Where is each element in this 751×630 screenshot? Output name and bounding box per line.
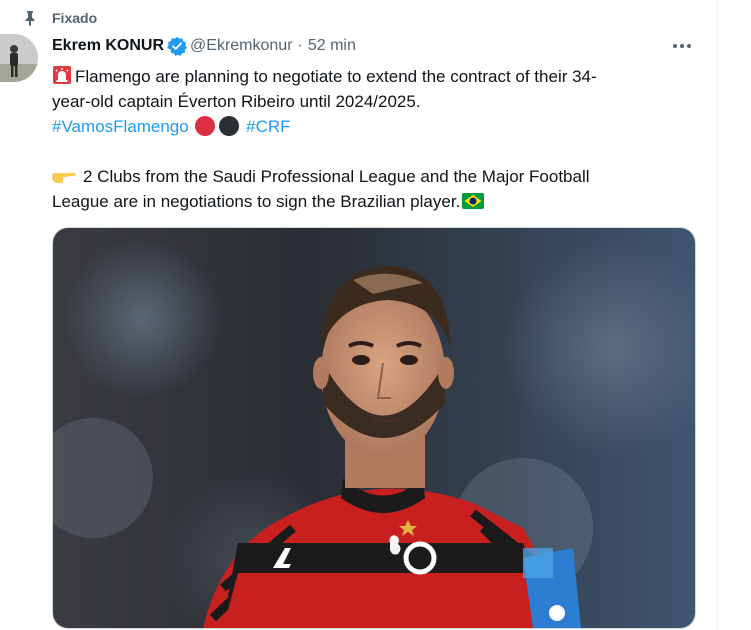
brazil-flag-icon [462, 193, 485, 209]
more-dot-icon [687, 44, 691, 48]
pinned-label: Fixado [22, 8, 97, 28]
hashtag-line: #VamosFlamengo #CRF [52, 114, 692, 139]
tweet-line: Flamengo are planning to negotiate to ex… [52, 64, 692, 89]
tweet-line: League are in negotiations to sign the B… [52, 189, 692, 214]
soccer-player-photo [53, 228, 695, 628]
pin-icon [25, 11, 35, 26]
tweet-line-2: year-old captain Éverton Ribeiro until 2… [52, 92, 421, 111]
more-options-button[interactable] [670, 36, 694, 56]
avatar[interactable] [0, 34, 38, 82]
hashtag-crf[interactable]: #CRF [246, 117, 290, 136]
separator-dot: · [297, 37, 303, 54]
tweet-line-5: League are in negotiations to sign the B… [52, 192, 461, 211]
hashtag-vamosflamengo[interactable]: #VamosFlamengo [52, 117, 189, 136]
tweet-line-4: 2 Clubs from the Saudi Professional Leag… [83, 167, 590, 186]
red-circle-icon [195, 116, 216, 136]
tweet-line-1: Flamengo are planning to negotiate to ex… [75, 67, 597, 86]
tweet-photo[interactable] [52, 227, 696, 629]
tweet-line: 2 Clubs from the Saudi Professional Leag… [52, 164, 692, 189]
tweet-header: Ekrem KONUR @Ekremkonur · 52 min [52, 35, 356, 57]
tweet-time[interactable]: 52 min [308, 37, 356, 55]
pinned-text: Fixado [52, 10, 98, 26]
tweet-card[interactable]: Fixado Ekrem KONUR @Ekremkonur · 52 min [0, 0, 717, 630]
tweet-text: Flamengo are planning to negotiate to ex… [52, 64, 692, 214]
more-dot-icon [673, 44, 677, 48]
right-gutter [717, 0, 751, 630]
verified-badge-icon[interactable] [167, 36, 188, 56]
author-name[interactable]: Ekrem KONUR [52, 37, 164, 55]
black-circle-icon [219, 116, 240, 136]
siren-icon [53, 66, 71, 84]
point-right-icon [52, 173, 76, 183]
author-handle[interactable]: @Ekremkonur [190, 37, 293, 55]
more-dot-icon [680, 44, 684, 48]
